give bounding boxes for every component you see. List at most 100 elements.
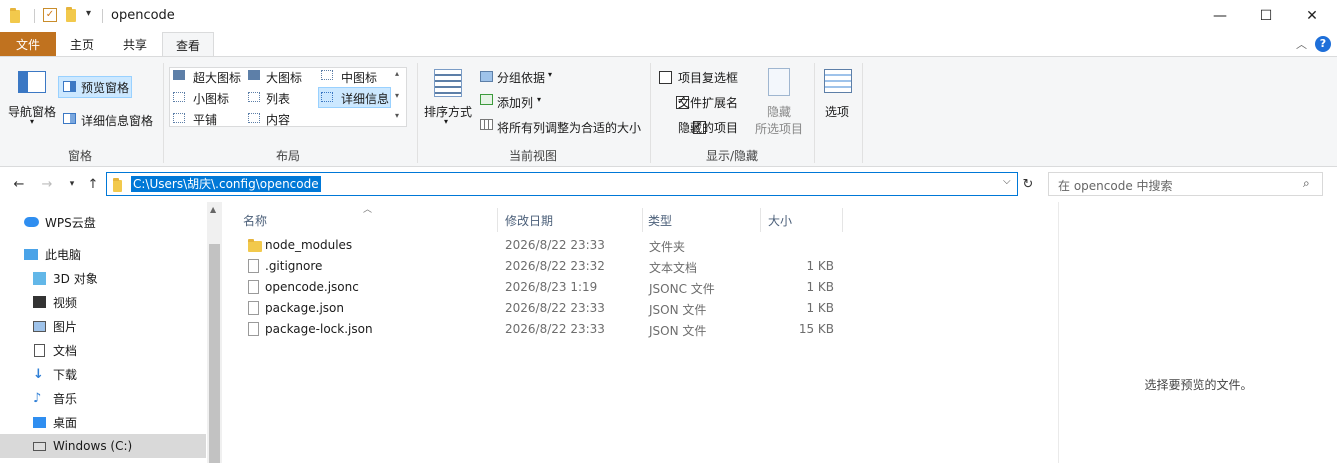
layout-list[interactable]: 列表 <box>266 90 290 107</box>
nav-item-this-pc[interactable]: 此电脑 <box>0 242 206 266</box>
nav-item-videos[interactable]: 视频 <box>0 290 206 314</box>
close-button[interactable]: ✕ <box>1289 0 1335 32</box>
pictures-icon <box>33 320 46 332</box>
file-type: JSONC 文件 <box>649 282 715 296</box>
maximize-button[interactable]: ☐ <box>1243 0 1289 32</box>
medium-icons-icon <box>321 70 333 80</box>
computer-icon <box>24 248 38 260</box>
cloud-icon <box>24 217 39 227</box>
drive-icon <box>33 441 46 451</box>
customize-qat-icon[interactable]: ▾ <box>86 8 91 19</box>
up-icon[interactable]: ↑ <box>84 175 102 193</box>
nav-item-downloads[interactable]: ↓ 下载 <box>0 362 206 386</box>
add-column-button[interactable]: 添加列 <box>497 94 533 111</box>
file-name: node_modules <box>265 238 353 252</box>
layout-medium-icons[interactable]: 中图标 <box>341 69 377 86</box>
expand-gallery-icon[interactable]: ▾ <box>395 111 399 120</box>
refresh-icon[interactable]: ↻ <box>1019 175 1037 193</box>
folder-icon <box>10 7 20 23</box>
tab-view[interactable]: 查看 <box>162 32 214 57</box>
divider <box>814 63 815 163</box>
download-icon: ↓ <box>33 366 44 382</box>
column-header-type[interactable]: 类型 <box>643 208 761 232</box>
file-size: 15 KB <box>798 322 834 336</box>
forward-icon[interactable]: → <box>38 175 56 193</box>
search-icon[interactable]: ⌕ <box>1303 176 1310 191</box>
item-checkboxes-label: 项目复选框 <box>678 71 739 85</box>
list-icon <box>248 92 260 102</box>
search-input[interactable]: 在 opencode 中搜索 ⌕ <box>1048 172 1323 196</box>
back-icon[interactable]: ← <box>10 175 28 193</box>
file-name: package-lock.json <box>265 322 373 336</box>
column-header-name[interactable]: 名称 <box>236 208 498 232</box>
address-input[interactable]: C:\Users\胡庆\.config\opencode ⌵ <box>106 172 1018 196</box>
group-label-show-hide: 显示/隐藏 <box>705 149 759 163</box>
tab-share[interactable]: 共享 <box>110 32 160 56</box>
properties-icon[interactable]: ✓ <box>43 8 57 22</box>
nav-scrollbar-thumb[interactable] <box>209 244 220 463</box>
file-type: JSON 文件 <box>649 303 707 317</box>
group-label-panes: 窗格 <box>67 149 92 163</box>
minimize-button[interactable]: — <box>1197 0 1243 32</box>
tab-file[interactable]: 文件 <box>0 32 56 56</box>
nav-item-music[interactable]: ♪ 音乐 <box>0 386 206 410</box>
nav-item-drive-c[interactable]: Windows (C:) <box>0 434 206 458</box>
preview-pane: 选择要预览的文件。 <box>1058 202 1337 463</box>
item-checkboxes-checkbox[interactable] <box>659 71 672 84</box>
options-icon <box>824 69 852 93</box>
recent-locations-icon[interactable]: ▾ <box>63 175 81 193</box>
window-title: opencode <box>111 8 175 23</box>
details-pane-button[interactable]: 详细信息窗格 <box>81 112 153 129</box>
details-icon <box>321 92 333 102</box>
layout-tiles[interactable]: 平铺 <box>193 111 217 128</box>
column-header-size[interactable]: 大小 <box>761 208 843 232</box>
layout-details[interactable]: 详细信息 <box>341 90 389 107</box>
layout-content[interactable]: 内容 <box>266 111 290 128</box>
chevron-down-icon: ▾ <box>444 117 449 126</box>
nav-item-pictures[interactable]: 图片 <box>0 314 206 338</box>
file-type: JSON 文件 <box>649 324 707 338</box>
address-bar-row: ← → ▾ ↑ C:\Users\胡庆\.config\opencode ⌵ ↻… <box>0 168 1337 200</box>
help-icon[interactable]: ? <box>1315 36 1331 52</box>
hide-selected-button[interactable]: 隐藏 <box>767 103 791 120</box>
tab-home[interactable]: 主页 <box>57 32 107 56</box>
file-name: opencode.jsonc <box>265 280 359 294</box>
group-by-button[interactable]: 分组依据 <box>497 69 545 86</box>
column-header-modified[interactable]: 修改日期 <box>498 208 643 232</box>
options-button[interactable]: 选项 <box>825 103 849 120</box>
documents-icon <box>34 343 45 357</box>
table-row[interactable]: node_modules 2026/8/22 23:33 文件夹 <box>236 235 1056 256</box>
quick-access-toolbar <box>10 7 20 24</box>
search-placeholder: 在 opencode 中搜索 <box>1058 179 1173 193</box>
address-path[interactable]: C:\Users\胡庆\.config\opencode <box>131 176 321 192</box>
collapse-ribbon-icon[interactable]: ︿ <box>1296 36 1307 52</box>
fit-columns-button[interactable]: 将所有列调整为合适的大小 <box>497 119 641 136</box>
folder-icon <box>113 178 122 192</box>
scroll-down-icon[interactable]: ▾ <box>395 91 399 100</box>
table-row[interactable]: .gitignore 2026/8/22 23:32 文本文档 1 KB <box>236 256 1056 277</box>
table-row[interactable]: package.json 2026/8/22 23:33 JSON 文件 1 K… <box>236 298 1056 319</box>
nav-item-wps-cloud[interactable]: WPS云盘 <box>0 210 206 234</box>
folder-icon <box>248 239 262 252</box>
small-icons-icon <box>173 92 185 102</box>
chevron-down-icon[interactable]: ⌵ <box>1003 176 1011 187</box>
scroll-up-icon[interactable]: ▴ <box>395 69 399 78</box>
chevron-down-icon: ▾ <box>30 117 35 126</box>
divider <box>862 63 863 163</box>
scroll-up-icon[interactable]: ▲ <box>210 205 216 214</box>
new-folder-icon[interactable] <box>66 7 76 22</box>
nav-item-3d-objects[interactable]: 3D 对象 <box>0 266 206 290</box>
layout-small-icons[interactable]: 小图标 <box>193 90 229 107</box>
file-modified: 2026/8/22 23:32 <box>505 259 605 273</box>
table-row[interactable]: package-lock.json 2026/8/22 23:33 JSON 文… <box>236 319 1056 340</box>
sort-by-icon <box>434 69 462 97</box>
layout-extra-large-icons[interactable]: 超大图标 <box>193 69 241 86</box>
file-type: 文件夹 <box>649 240 686 254</box>
file-name: package.json <box>265 301 345 315</box>
details-pane-icon <box>63 113 76 124</box>
layout-large-icons[interactable]: 大图标 <box>266 69 302 86</box>
table-row[interactable]: opencode.jsonc 2026/8/23 1:19 JSONC 文件 1… <box>236 277 1056 298</box>
file-modified: 2026/8/22 23:33 <box>505 322 605 336</box>
nav-item-documents[interactable]: 文档 <box>0 338 206 362</box>
nav-item-desktop[interactable]: 桌面 <box>0 410 206 434</box>
